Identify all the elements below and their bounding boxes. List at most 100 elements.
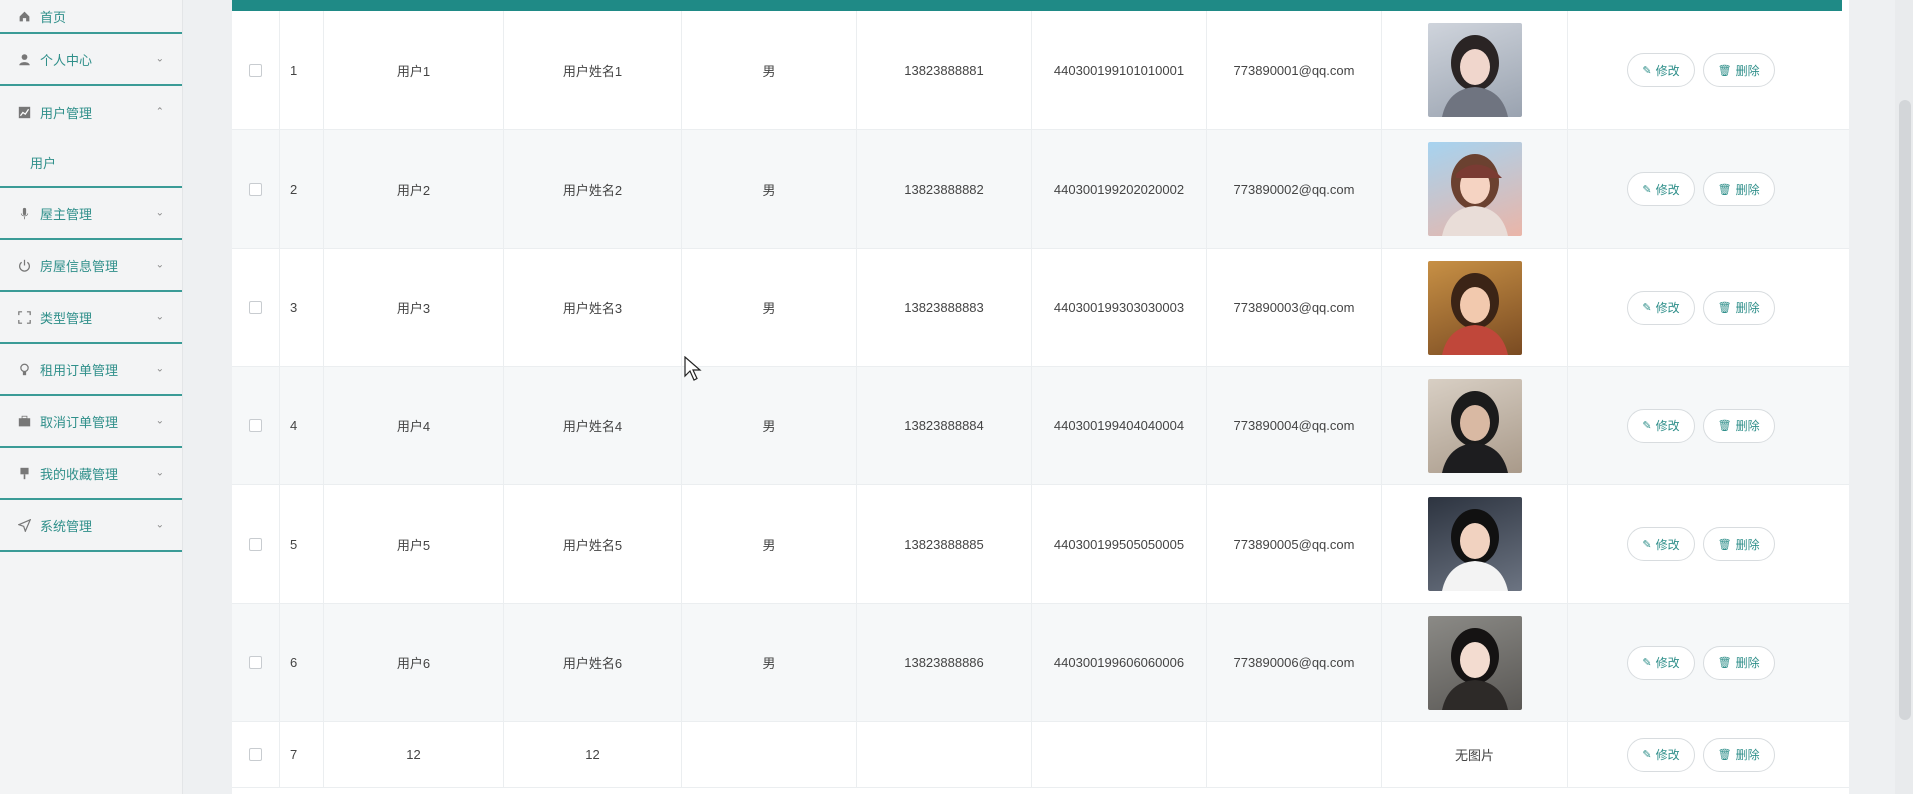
delete-button[interactable]: 🗑 删除 bbox=[1702, 737, 1775, 772]
photo-cell bbox=[1382, 485, 1568, 603]
email-cell: 773890006@qq.com bbox=[1207, 604, 1382, 721]
email-cell: 773890001@qq.com bbox=[1207, 11, 1382, 129]
account-text: 用户5 bbox=[396, 537, 431, 553]
edit-button[interactable]: ✎ 修改 bbox=[1627, 172, 1695, 206]
delete-button[interactable]: 🗑 删除 bbox=[1702, 645, 1775, 680]
edit-icon: ✎ bbox=[1642, 64, 1652, 77]
index-cell: 3 bbox=[280, 249, 324, 366]
chevron-down-icon: ⌄ bbox=[155, 207, 164, 219]
delete-button[interactable]: 🗑 删除 bbox=[1702, 172, 1775, 206]
sidebar-item-cancel-order-management[interactable]: 取消订单管理 ⌄ bbox=[0, 396, 182, 448]
name-cell: 12 bbox=[504, 722, 682, 787]
sidebar-item-user-management[interactable]: 用户管理 ⌃ bbox=[0, 86, 182, 138]
phone-cell: 13823888881 bbox=[857, 11, 1032, 129]
edit-button[interactable]: ✎ 修改 bbox=[1627, 737, 1695, 772]
delete-button[interactable]: 🗑 删除 bbox=[1702, 408, 1775, 443]
gender-cell: 男 bbox=[682, 367, 857, 484]
operations-cell: ✎ 修改 🗑 删除 bbox=[1568, 722, 1842, 787]
idcard-cell: 440300199202020002 bbox=[1032, 130, 1207, 248]
idcard-cell: 440300199303030003 bbox=[1032, 249, 1207, 366]
sidebar-item-system-management[interactable]: 系统管理 ⌄ bbox=[0, 500, 182, 552]
sidebar-item-home[interactable]: 首页 bbox=[0, 0, 182, 34]
delete-button[interactable]: 🗑 删除 bbox=[1702, 290, 1775, 325]
table-header bbox=[232, 0, 1842, 11]
row-checkbox[interactable] bbox=[249, 419, 262, 432]
gender-cell: 男 bbox=[682, 11, 857, 129]
edit-button[interactable]: ✎ 修改 bbox=[1627, 53, 1695, 87]
table-row: 5 用户5 用户姓名5 男 13823888885 440300199505050005 7… bbox=[232, 485, 1849, 604]
email-text: 773890004@qq.com bbox=[1233, 418, 1355, 433]
edit-button[interactable]: ✎ 修改 bbox=[1627, 290, 1695, 325]
operations-cell: ✎ 修改 🗑 删除 bbox=[1568, 11, 1842, 129]
index-cell: 6 bbox=[280, 604, 324, 721]
row-checkbox[interactable] bbox=[249, 63, 262, 77]
gender-cell: 男 bbox=[682, 249, 857, 366]
idcard-cell: 440300199101010001 bbox=[1032, 11, 1207, 129]
row-checkbox[interactable] bbox=[249, 301, 262, 314]
row-checkbox[interactable] bbox=[249, 748, 262, 761]
delete-button[interactable]: 🗑 删除 bbox=[1702, 527, 1775, 561]
account-cell: 12 bbox=[324, 722, 504, 787]
sidebar-item-owner-management[interactable]: 屋主管理 ⌄ bbox=[0, 188, 182, 240]
user-photo[interactable] bbox=[1427, 260, 1522, 355]
table-row: 3 用户3 用户姓名3 男 13823888883 440300199303030003 7… bbox=[232, 249, 1849, 367]
checkbox-cell bbox=[232, 367, 280, 484]
email-text: 773890001@qq.com bbox=[1233, 62, 1355, 78]
edit-icon: ✎ bbox=[1642, 302, 1652, 314]
name-cell: 用户姓名3 bbox=[504, 249, 682, 366]
sidebar-item-favorites-management[interactable]: 我的收藏管理 ⌄ bbox=[0, 448, 182, 500]
account-cell: 用户3 bbox=[324, 249, 504, 366]
idcard-cell: 440300199505050005 bbox=[1032, 485, 1207, 603]
idcard-text: 440300199202020002 bbox=[1053, 181, 1185, 197]
sidebar-item-label: 我的收藏管理 bbox=[40, 466, 119, 482]
scrollbar[interactable] bbox=[1895, 0, 1913, 794]
sidebar-item-type-management[interactable]: 类型管理 ⌄ bbox=[0, 292, 182, 344]
trash-icon: 🗑 bbox=[1717, 302, 1732, 314]
table-row: 7 12 12 无图片 ✎ 修改 🗑 删除 bbox=[232, 722, 1849, 788]
sidebar-subitem-users[interactable]: 用户 bbox=[0, 138, 182, 188]
sidebar-item-label: 屋主管理 bbox=[40, 206, 93, 222]
edit-button[interactable]: ✎ 修改 bbox=[1627, 645, 1695, 680]
name-text: 用户姓名1 bbox=[562, 63, 623, 79]
name-cell: 用户姓名1 bbox=[504, 11, 682, 129]
phone-text: 13823888882 bbox=[904, 181, 984, 197]
sidebar-item-label: 用户管理 bbox=[40, 105, 93, 121]
gender-text: 男 bbox=[762, 537, 776, 553]
edit-icon: ✎ bbox=[1642, 183, 1652, 196]
row-checkbox[interactable] bbox=[249, 182, 262, 196]
user-photo[interactable] bbox=[1427, 23, 1522, 117]
idcard-cell: 440300199404040004 bbox=[1032, 367, 1207, 484]
briefcase-icon bbox=[16, 413, 32, 429]
mic-icon bbox=[16, 205, 32, 221]
row-checkbox[interactable] bbox=[249, 656, 262, 669]
sidebar-item-house-info-management[interactable]: 房屋信息管理 ⌄ bbox=[0, 240, 182, 292]
account-text: 用户3 bbox=[396, 301, 431, 316]
photo-cell: 无图片 bbox=[1382, 722, 1568, 787]
user-photo[interactable] bbox=[1427, 378, 1522, 473]
photo-cell bbox=[1382, 367, 1568, 484]
account-text: 用户2 bbox=[396, 182, 431, 198]
index-text: 5 bbox=[290, 536, 298, 552]
scrollbar-thumb[interactable] bbox=[1899, 100, 1911, 720]
delete-button[interactable]: 🗑 删除 bbox=[1702, 53, 1775, 87]
photo-cell bbox=[1382, 604, 1568, 721]
user-photo[interactable] bbox=[1427, 615, 1522, 710]
idcard-cell bbox=[1032, 722, 1207, 787]
email-cell: 773890005@qq.com bbox=[1207, 485, 1382, 603]
trash-icon: 🗑 bbox=[1717, 420, 1732, 432]
edit-button[interactable]: ✎ 修改 bbox=[1627, 527, 1695, 561]
operations-cell: ✎ 修改 🗑 删除 bbox=[1568, 367, 1842, 484]
index-cell: 7 bbox=[280, 722, 324, 787]
user-photo[interactable] bbox=[1427, 497, 1522, 591]
gender-text: 男 bbox=[762, 656, 776, 671]
email-cell: 773890004@qq.com bbox=[1207, 367, 1382, 484]
edit-button[interactable]: ✎ 修改 bbox=[1627, 408, 1695, 443]
row-checkbox[interactable] bbox=[249, 537, 262, 551]
index-text: 6 bbox=[290, 655, 298, 670]
photo-cell bbox=[1382, 130, 1568, 248]
sidebar-item-personal-center[interactable]: 个人中心 ⌄ bbox=[0, 34, 182, 86]
phone-cell bbox=[857, 722, 1032, 787]
phone-text: 13823888883 bbox=[904, 300, 984, 315]
sidebar-item-rental-order-management[interactable]: 租用订单管理 ⌄ bbox=[0, 344, 182, 396]
user-photo[interactable] bbox=[1427, 142, 1522, 236]
